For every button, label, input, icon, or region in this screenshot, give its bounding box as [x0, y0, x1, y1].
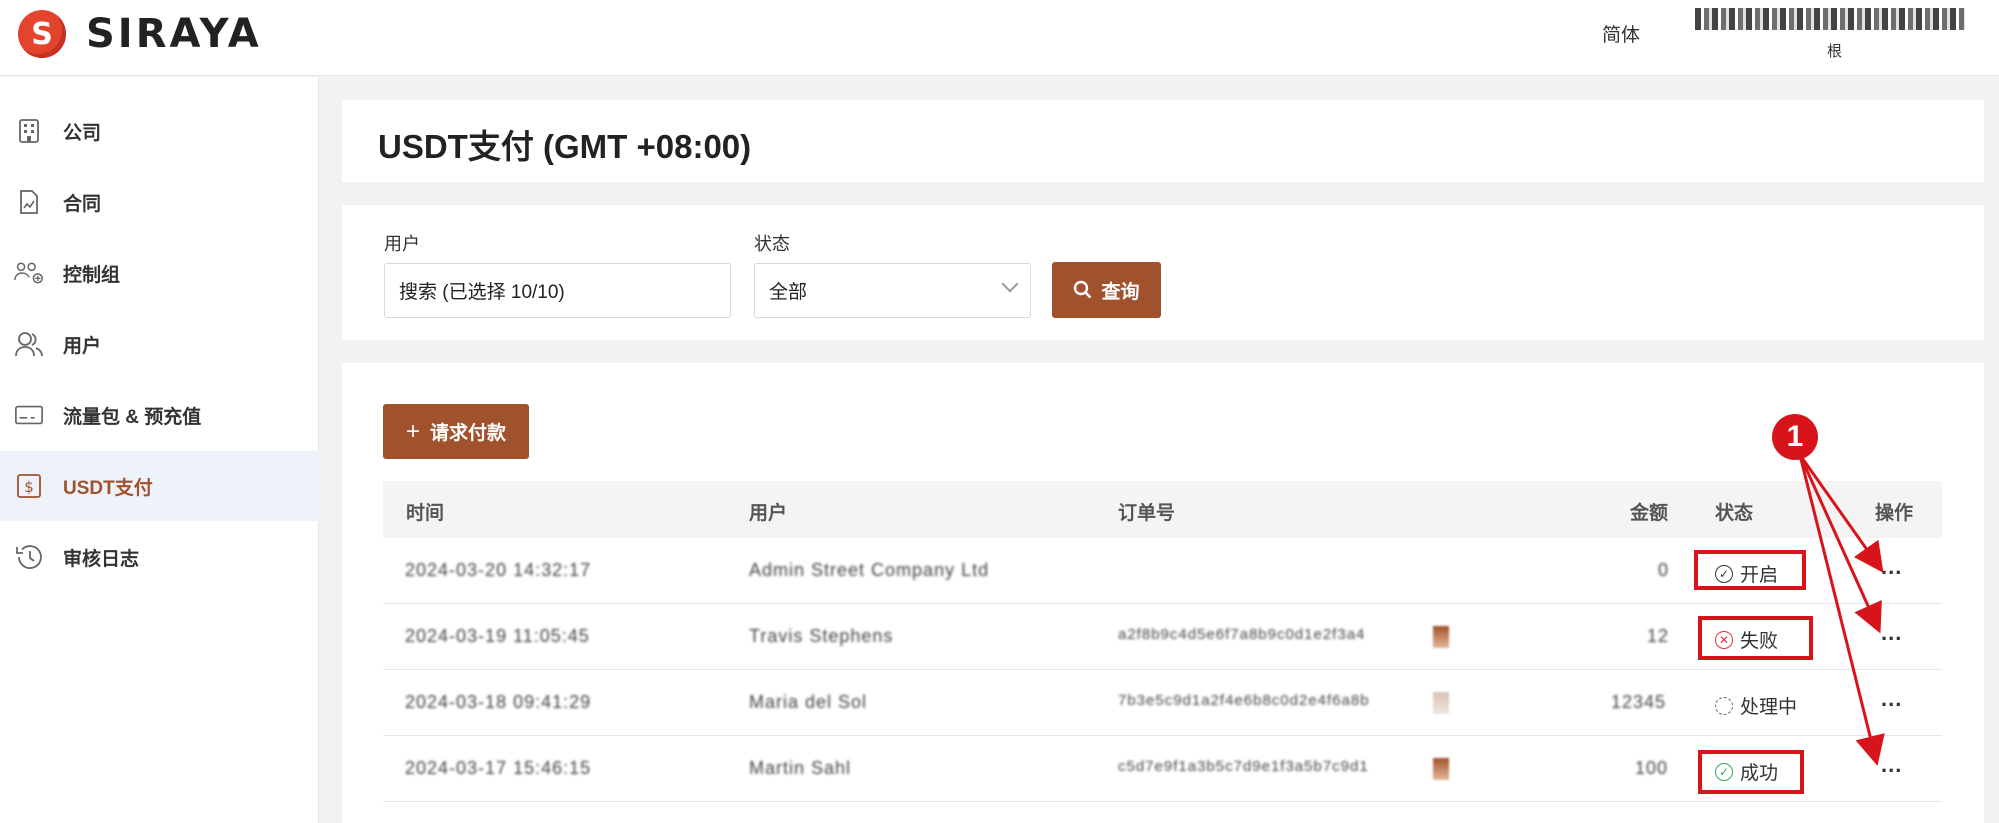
- logo-text: SIRAYA: [86, 11, 262, 57]
- cell-user: Travis Stephens: [749, 626, 894, 646]
- language-switcher[interactable]: 简体: [1602, 20, 1640, 47]
- dollar-icon: $: [14, 471, 44, 501]
- sidebar-item-contract[interactable]: 合同: [0, 167, 319, 237]
- request-payment-label: 请求付款: [430, 423, 507, 444]
- cell-order: 7b3e5c9d1a2f4e6b8c0d2e4f6a8b: [1118, 692, 1370, 709]
- column-status: 状态: [1715, 503, 1754, 524]
- cell-order: a2f8b9c4d5e6f7a8b9c0d1e2f3a4: [1118, 626, 1366, 643]
- filter-panel: 用户 搜索 (已选择 10/10) 状态 全部 查询: [342, 205, 1984, 340]
- column-actions: 操作: [1875, 503, 1914, 524]
- table-header: 时间 用户 订单号 金额 状态 操作: [383, 481, 1942, 538]
- cell-amount: 100: [1635, 758, 1669, 778]
- copy-icon[interactable]: [1433, 758, 1449, 780]
- user-role: 根: [1827, 43, 1843, 60]
- title-card: USDT支付 (GMT +08:00): [342, 100, 1984, 182]
- logo[interactable]: S SIRAYA: [18, 10, 262, 58]
- cell-time: 2024-03-18 09:41:29: [405, 692, 592, 712]
- chevron-down-icon: [1001, 275, 1019, 293]
- sidebar: 公司 合同 控制组 用户 流量包 & 预充值 $ USDT支付 审核日志: [0, 77, 319, 823]
- more-actions-icon[interactable]: ...: [1881, 620, 1902, 646]
- sidebar-item-label: 流量包 & 预充值: [63, 406, 202, 428]
- sidebar-item-label: 控制组: [63, 264, 121, 286]
- cell-user: Maria del Sol: [749, 692, 868, 712]
- user-filter-label: 用户: [384, 234, 420, 254]
- cell-amount: 12345: [1611, 692, 1667, 712]
- cell-amount: 0: [1658, 560, 1670, 580]
- annotation-box-open: [1694, 550, 1806, 590]
- logo-mark: S: [18, 10, 66, 58]
- copy-icon[interactable]: [1433, 626, 1449, 648]
- status-filter-select[interactable]: 全部: [754, 263, 1031, 318]
- search-icon: [1074, 280, 1092, 299]
- column-amount: 金额: [1630, 503, 1669, 524]
- query-button[interactable]: 查询: [1052, 262, 1161, 318]
- table-row[interactable]: 2024-03-18 09:41:29 Maria del Sol 7b3e5c…: [383, 670, 1942, 736]
- users-icon: [14, 329, 44, 359]
- spinner-icon: [1715, 696, 1733, 715]
- sidebar-item-label: 审核日志: [63, 548, 140, 570]
- status-badge: 处理中: [1715, 692, 1797, 719]
- more-actions-icon[interactable]: ...: [1881, 752, 1902, 778]
- cell-time: 2024-03-19 11:05:45: [405, 626, 590, 646]
- annotation-box-fail: [1698, 616, 1813, 660]
- building-icon: [14, 116, 44, 146]
- cell-user: Admin Street Company Ltd: [749, 560, 990, 580]
- status-filter-value: 全部: [769, 282, 808, 303]
- more-actions-icon[interactable]: ...: [1881, 686, 1902, 712]
- annotation-badge: 1: [1772, 414, 1818, 460]
- cell-time: 2024-03-20 14:32:17: [405, 560, 592, 580]
- status-text: 处理中: [1740, 697, 1798, 718]
- sidebar-item-label: 公司: [63, 122, 102, 144]
- card-icon: [14, 400, 44, 430]
- column-time: 时间: [406, 503, 445, 524]
- cell-order: c5d7e9f1a3b5c7d9e1f3a5b7c9d1: [1118, 758, 1369, 775]
- cell-time: 2024-03-17 15:46:15: [405, 758, 592, 778]
- query-button-label: 查询: [1101, 281, 1140, 303]
- top-header: S SIRAYA 简体 根: [0, 0, 1999, 76]
- sidebar-item-audit-log[interactable]: 审核日志: [0, 522, 319, 592]
- sidebar-item-company[interactable]: 公司: [0, 96, 319, 166]
- request-payment-button[interactable]: + 请求付款: [383, 404, 529, 459]
- svg-text:$: $: [24, 478, 34, 496]
- annotation-box-success: [1698, 750, 1804, 794]
- status-filter-label: 状态: [754, 234, 790, 254]
- plus-icon: +: [405, 417, 420, 445]
- user-menu[interactable]: 根: [1695, 8, 1975, 68]
- sidebar-item-label: USDT支付: [63, 477, 153, 499]
- user-filter-input[interactable]: 搜索 (已选择 10/10): [384, 263, 731, 318]
- sidebar-item-usdt-payment[interactable]: $ USDT支付: [0, 451, 319, 521]
- copy-icon[interactable]: [1433, 692, 1449, 714]
- column-order: 订单号: [1118, 503, 1176, 524]
- sidebar-item-control-group[interactable]: 控制组: [0, 238, 319, 308]
- group-settings-icon: [14, 258, 44, 288]
- column-user: 用户: [749, 503, 788, 524]
- cell-user: Martin Sahl: [749, 758, 852, 778]
- sidebar-item-label: 用户: [63, 335, 102, 357]
- history-icon: [14, 542, 44, 572]
- more-actions-icon[interactable]: ...: [1881, 554, 1902, 580]
- user-name: [1695, 8, 1965, 30]
- sidebar-item-packages[interactable]: 流量包 & 预充值: [0, 380, 319, 450]
- cell-amount: 12: [1647, 626, 1670, 646]
- contract-icon: [14, 187, 44, 217]
- page-title: USDT支付 (GMT +08:00): [378, 128, 752, 165]
- sidebar-item-label: 合同: [63, 193, 102, 215]
- sidebar-item-users[interactable]: 用户: [0, 309, 319, 379]
